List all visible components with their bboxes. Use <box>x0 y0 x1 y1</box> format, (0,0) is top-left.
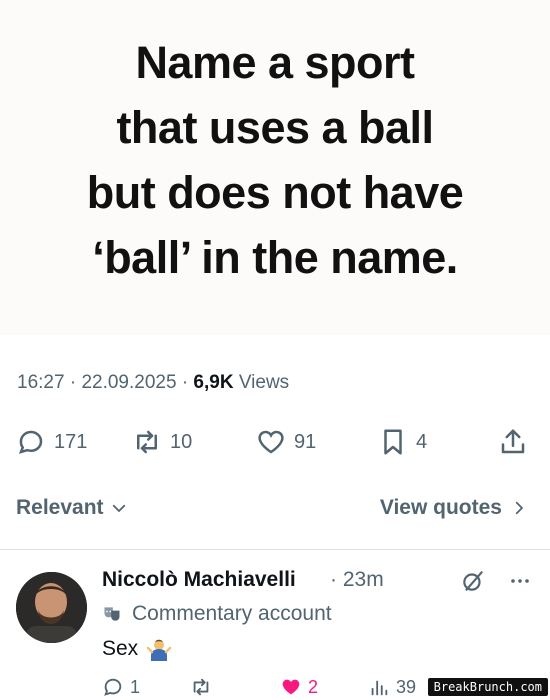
post-action-bar: 171 10 91 4 <box>0 420 550 464</box>
speech-bubble-icon <box>18 430 43 454</box>
heart-icon <box>282 679 300 695</box>
post-meta: 16:27 · 22.09.2025 · 6,9K Views <box>17 372 289 394</box>
reply-reply-button[interactable]: 1 <box>102 676 140 698</box>
repost-button[interactable]: 10 <box>132 420 192 464</box>
repost-count: 10 <box>170 430 193 453</box>
reply-item[interactable]: Niccolò Machiavelli · 23m Commentary acc… <box>0 550 550 698</box>
repost-icon <box>137 430 157 454</box>
grok-icon[interactable] <box>460 568 486 594</box>
bookmark-icon <box>384 429 402 455</box>
person-shrugging-emoji <box>146 639 172 661</box>
like-button[interactable]: 91 <box>256 420 316 464</box>
view-quotes-label: View quotes <box>379 496 502 519</box>
bookmark-count: 4 <box>416 430 428 453</box>
view-quotes-link[interactable]: View quotes <box>380 496 528 520</box>
like-count: 91 <box>294 430 317 453</box>
theater-masks-icon <box>104 607 120 621</box>
post-image[interactable]: Name a sport that uses a ball but does n… <box>0 0 550 335</box>
sort-relevant-label: Relevant <box>16 496 104 519</box>
reply-views-button[interactable]: 39 <box>368 676 416 698</box>
reply-reply-count: 1 <box>130 676 141 697</box>
reply-text: Sex <box>102 636 172 662</box>
reply-time: · 23m <box>330 568 384 592</box>
views-icon <box>371 680 388 696</box>
automated-label: Commentary account <box>102 602 332 626</box>
sort-relevant-dropdown[interactable]: Relevant <box>16 496 128 520</box>
reply-views-count: 39 <box>396 676 417 697</box>
chevron-right-icon <box>515 501 523 515</box>
reply-time-value: 23m <box>342 568 384 591</box>
post-time: 16:27 <box>17 372 65 393</box>
meta-separator: · <box>181 372 189 393</box>
reply-like-button[interactable]: 2 <box>280 676 318 698</box>
replies-sort-row: Relevant View quotes <box>0 490 550 530</box>
speech-bubble-icon <box>104 678 122 696</box>
time-separator: · <box>330 568 337 591</box>
reply-count: 171 <box>54 430 88 453</box>
reply-button[interactable]: 171 <box>16 420 87 464</box>
heart-icon <box>258 430 284 454</box>
meta-separator: · <box>69 372 77 393</box>
share-icon <box>501 429 525 454</box>
more-icon[interactable] <box>508 569 532 593</box>
reply-text-content: Sex <box>102 637 139 660</box>
reply-author-name[interactable]: Niccolò Machiavelli <box>102 568 296 592</box>
post-date: 22.09.2025 <box>81 372 177 393</box>
views-count: 6,9K <box>193 372 234 393</box>
chevron-down-icon <box>112 504 125 512</box>
reply-like-count: 2 <box>308 676 319 697</box>
share-button[interactable] <box>498 420 528 464</box>
automated-label-text: Commentary account <box>132 602 332 625</box>
watermark: BreakBrunch.com <box>427 678 548 696</box>
post-image-text: Name a sport that uses a ball but does n… <box>86 37 464 283</box>
views-label: Views <box>238 372 290 393</box>
repost-icon <box>193 678 209 696</box>
avatar[interactable] <box>16 572 87 643</box>
reply-repost-button[interactable] <box>190 676 212 698</box>
reply-top-icons <box>460 568 532 594</box>
bookmark-button[interactable]: 4 <box>378 420 427 464</box>
